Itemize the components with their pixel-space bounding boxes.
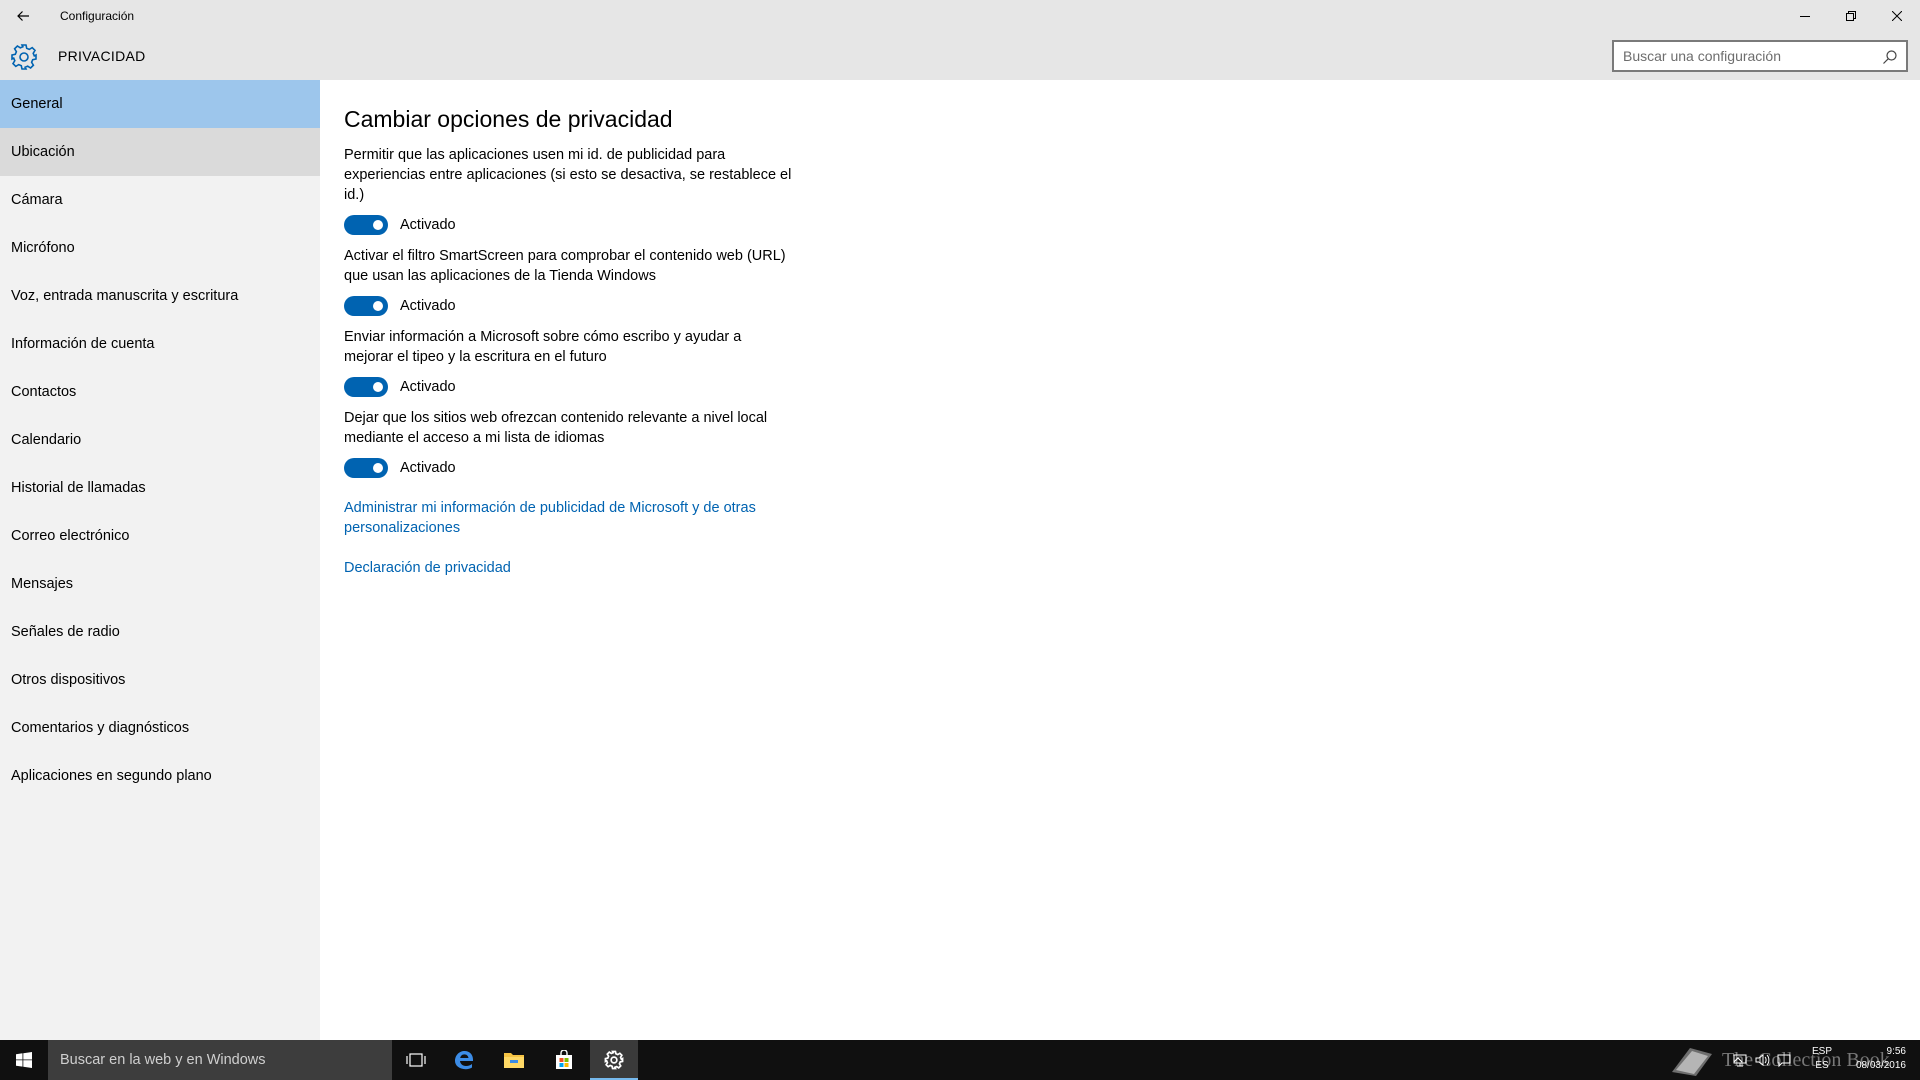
input-language[interactable]: ESP ES <box>1810 1045 1834 1073</box>
taskbar: Buscar en la web y en Windows The Collec… <box>0 1040 1920 1080</box>
toggle-switch[interactable] <box>344 377 388 397</box>
sidebar-item[interactable]: Aplicaciones en segundo plano <box>0 752 320 800</box>
gear-icon <box>11 44 37 70</box>
settings-search-input[interactable] <box>1614 43 1864 69</box>
toggle-row: Activado <box>344 215 794 235</box>
sidebar-item[interactable]: Voz, entrada manuscrita y escritura <box>0 272 320 320</box>
toggle-state-label: Activado <box>400 217 456 233</box>
sidebar-item[interactable]: Cámara <box>0 176 320 224</box>
sidebar: General Ubicación Cámara Micrófono Voz, entr… <box>0 80 320 1040</box>
title-bar: Configuración <box>0 0 1920 32</box>
setting-description: Activar el filtro SmartScreen para compr… <box>344 248 786 284</box>
settings-gear-icon <box>604 1050 624 1070</box>
sidebar-item[interactable]: Historial de llamadas <box>0 464 320 512</box>
main-content: Cambiar opciones de privacidad Permitir … <box>320 80 1920 1040</box>
sidebar-item[interactable]: Contactos <box>0 368 320 416</box>
manage-ad-info-link[interactable]: Administrar mi información de publicidad… <box>344 498 794 538</box>
clock[interactable]: 9:56 08/03/2016 <box>1840 1045 1906 1073</box>
sidebar-item[interactable]: General <box>0 80 320 128</box>
sidebar-item[interactable]: Señales de radio <box>0 608 320 656</box>
taskbar-search-box[interactable]: Buscar en la web y en Windows <box>48 1040 392 1080</box>
toggle-state-label: Activado <box>400 298 456 314</box>
sidebar-item[interactable]: Ubicación <box>0 128 320 176</box>
restore-icon <box>1846 11 1856 21</box>
privacy-options: Cambiar opciones de privacidad Permitir … <box>344 80 794 578</box>
store-button[interactable] <box>540 1040 588 1080</box>
privacy-setting: Dejar que los sitios web ofrezcan conten… <box>344 408 794 478</box>
clock-date: 08/03/2016 <box>1855 1060 1906 1071</box>
task-view-button[interactable] <box>392 1040 440 1080</box>
page-header: PRIVACIDAD <box>0 32 1920 80</box>
toggle-state-label: Activado <box>400 460 456 476</box>
sidebar-item[interactable]: Información de cuenta <box>0 320 320 368</box>
privacy-setting: Permitir que las aplicaciones usen mi id… <box>344 145 794 235</box>
toggle-knob <box>373 220 383 230</box>
sidebar-item[interactable]: Mensajes <box>0 560 320 608</box>
page-title: PRIVACIDAD <box>58 48 146 64</box>
toggle-switch[interactable] <box>344 458 388 478</box>
sidebar-item[interactable]: Comentarios y diagnósticos <box>0 704 320 752</box>
edge-browser-icon <box>455 1051 473 1070</box>
close-icon <box>1892 11 1902 21</box>
search-icon[interactable] <box>1882 49 1898 65</box>
privacy-setting: Activar el filtro SmartScreen para compr… <box>344 246 794 316</box>
toggle-switch[interactable] <box>344 215 388 235</box>
toggle-knob <box>373 301 383 311</box>
toggle-row: Activado <box>344 458 794 478</box>
network-icon[interactable] <box>1732 1052 1748 1068</box>
toggle-state-label: Activado <box>400 379 456 395</box>
clock-time: 9:56 <box>1886 1046 1906 1057</box>
minimize-icon <box>1800 16 1810 17</box>
app-title: Configuración <box>60 9 135 23</box>
book-logo-icon <box>1672 1048 1712 1076</box>
volume-icon[interactable] <box>1754 1052 1770 1068</box>
edge-button[interactable] <box>440 1040 488 1080</box>
setting-description: Dejar que los sitios web ofrezcan conten… <box>344 410 768 446</box>
notifications-icon[interactable] <box>1776 1052 1792 1068</box>
sidebar-item[interactable]: Calendario <box>0 416 320 464</box>
back-arrow-icon <box>17 11 29 21</box>
folder-icon <box>504 1053 524 1068</box>
store-bag-icon <box>556 1050 572 1069</box>
privacy-setting: Enviar información a Microsoft sobre cóm… <box>344 327 794 397</box>
sidebar-item[interactable]: Correo electrónico <box>0 512 320 560</box>
settings-taskbar-button[interactable] <box>590 1040 638 1080</box>
sidebar-item[interactable]: Otros dispositivos <box>0 656 320 704</box>
toggle-knob <box>373 463 383 473</box>
toggle-row: Activado <box>344 377 794 397</box>
start-button[interactable] <box>0 1040 48 1080</box>
minimize-button[interactable] <box>1782 0 1828 32</box>
task-view-icon <box>406 1053 426 1067</box>
toggle-row: Activado <box>344 296 794 316</box>
file-explorer-button[interactable] <box>490 1040 538 1080</box>
sidebar-item[interactable]: Micrófono <box>0 224 320 272</box>
language-code: ESP <box>1811 1046 1832 1057</box>
keyboard-layout: ES <box>1815 1060 1829 1071</box>
setting-description: Enviar información a Microsoft sobre cóm… <box>344 329 742 365</box>
windows-logo-icon <box>16 1052 32 1068</box>
privacy-statement-link[interactable]: Declaración de privacidad <box>344 558 794 578</box>
toggle-knob <box>373 382 383 392</box>
restore-button[interactable] <box>1828 0 1874 32</box>
close-button[interactable] <box>1874 0 1920 32</box>
setting-description: Permitir que las aplicaciones usen mi id… <box>344 147 792 203</box>
section-title: Cambiar opciones de privacidad <box>344 106 673 132</box>
back-button[interactable] <box>0 0 46 32</box>
toggle-switch[interactable] <box>344 296 388 316</box>
settings-search-box[interactable] <box>1612 40 1908 72</box>
